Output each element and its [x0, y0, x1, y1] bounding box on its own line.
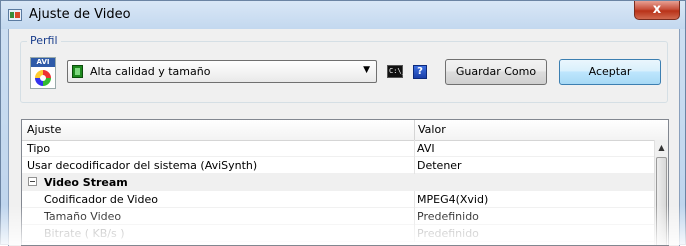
profile-dropdown[interactable]: Alta calidad y tamaño ▼ [67, 60, 377, 83]
column-header-setting[interactable]: Ajuste [27, 123, 61, 136]
profile-dropdown-value: Alta calidad y tamaño [90, 65, 211, 78]
cell-divider [414, 208, 415, 225]
setting-name: Codificador de Video [44, 193, 158, 206]
film-icon [72, 65, 83, 78]
avi-file-icon: AVI [30, 57, 56, 89]
cell-divider [414, 157, 415, 174]
setting-value[interactable]: Predefinido [417, 210, 479, 223]
profile-group: Perfil AVI Alta calidad y tamaño ▼ C:\_ … [20, 34, 668, 103]
avi-tag: AVI [31, 58, 55, 67]
setting-value[interactable]: Predefinido [417, 227, 479, 240]
setting-name: Bitrate ( KB/s ) [44, 227, 125, 240]
settings-property-grid: Ajuste Valor Tipo AVI Usar decodificador… [21, 119, 669, 246]
table-row[interactable]: Tamaño Video Predefinido [22, 208, 654, 225]
profile-group-label: Perfil [27, 34, 61, 47]
table-row[interactable]: Tipo AVI [22, 140, 654, 157]
table-row[interactable]: Bitrate ( KB/s ) Predefinido [22, 225, 654, 242]
cell-divider [414, 140, 415, 157]
save-as-button[interactable]: Guardar Como [445, 59, 547, 85]
section-row-video-stream[interactable]: Video Stream [22, 174, 654, 191]
table-row[interactable]: Usar decodificador del sistema (AviSynth… [22, 157, 654, 174]
column-divider[interactable] [414, 120, 415, 140]
setting-value[interactable]: AVI [417, 142, 435, 155]
column-header-value[interactable]: Valor [418, 123, 446, 136]
collapse-icon[interactable] [28, 177, 37, 186]
video-settings-window: Ajuste de Video x Perfil AVI Alta calida… [0, 0, 686, 246]
table-row[interactable]: Codificador de Video MPEG4(Xvid) [22, 191, 654, 208]
setting-value[interactable]: Detener [417, 159, 462, 172]
setting-name: Tipo [27, 142, 51, 155]
app-video-icon [8, 9, 22, 21]
setting-value[interactable]: MPEG4(Xvid) [417, 193, 488, 206]
window-title: Ajuste de Video [29, 7, 131, 22]
grid-header: Ajuste Valor [22, 120, 668, 141]
help-icon[interactable]: ? [413, 65, 427, 79]
close-button[interactable]: x [634, 1, 680, 20]
vertical-scrollbar[interactable]: ▲ [654, 140, 668, 245]
accept-button[interactable]: Aceptar [559, 59, 661, 85]
title-bar[interactable]: Ajuste de Video x [1, 1, 685, 29]
media-disc-icon [35, 70, 51, 86]
scroll-up-icon[interactable]: ▲ [655, 140, 668, 156]
setting-name: Tamaño Video [44, 210, 122, 223]
dialog-body: Perfil AVI Alta calidad y tamaño ▼ C:\_ … [8, 29, 680, 246]
chevron-down-icon[interactable]: ▼ [363, 65, 370, 75]
cell-divider [414, 191, 415, 208]
section-title: Video Stream [44, 176, 128, 189]
command-line-icon[interactable]: C:\_ [387, 65, 406, 78]
cell-divider [414, 225, 415, 242]
scroll-thumb[interactable] [656, 157, 667, 245]
setting-name: Usar decodificador del sistema (AviSynth… [27, 159, 258, 172]
